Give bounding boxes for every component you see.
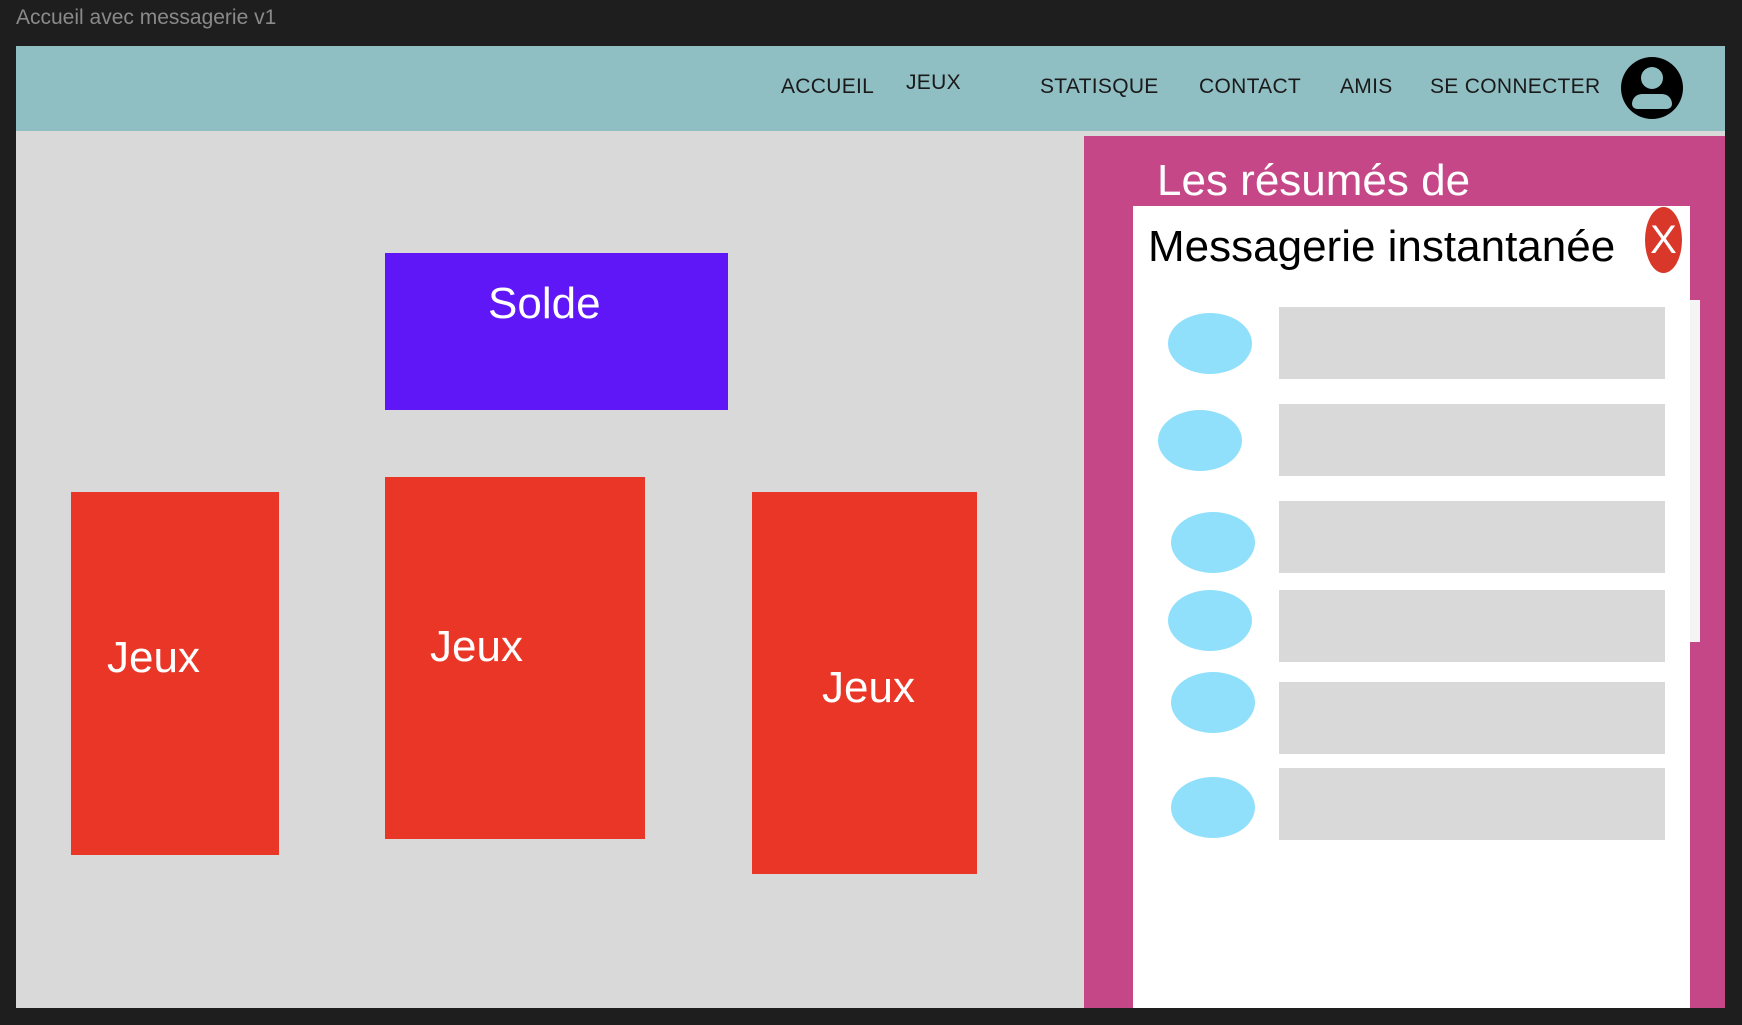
avatar-bust-shape — [1632, 94, 1672, 109]
message-preview[interactable] — [1279, 590, 1665, 662]
message-preview[interactable] — [1279, 307, 1665, 379]
message-preview[interactable] — [1279, 682, 1665, 754]
contact-avatar[interactable] — [1168, 590, 1252, 651]
message-preview[interactable] — [1279, 404, 1665, 476]
frame-title: Accueil avec messagerie v1 — [16, 6, 277, 29]
summary-sidebar: Les résumés de Messagerie instantanée X — [1084, 136, 1725, 1008]
nav-item-se-connecter[interactable]: SE CONNECTER — [1430, 75, 1600, 99]
solde-label: Solde — [488, 279, 601, 328]
game-card-label: Jeux — [107, 633, 200, 682]
contact-avatar[interactable] — [1171, 672, 1255, 733]
nav-item-statisque[interactable]: STATISQUE — [1040, 75, 1159, 99]
contact-avatar[interactable] — [1171, 512, 1255, 573]
navbar: ACCUEIL JEUX STATISQUE CONTACT AMIS SE C… — [16, 46, 1725, 131]
game-card-3[interactable]: Jeux — [752, 492, 977, 874]
contact-avatar[interactable] — [1171, 777, 1255, 838]
nav-item-accueil[interactable]: ACCUEIL — [781, 75, 874, 99]
user-avatar-icon[interactable] — [1621, 57, 1683, 119]
avatar-head-shape — [1641, 67, 1663, 89]
solde-banner[interactable]: Solde — [385, 253, 728, 410]
sidebar-title: Les résumés de — [1157, 156, 1471, 205]
message-preview[interactable] — [1279, 768, 1665, 840]
page-canvas: ACCUEIL JEUX STATISQUE CONTACT AMIS SE C… — [16, 46, 1725, 1008]
message-preview[interactable] — [1279, 501, 1665, 573]
nav-item-contact[interactable]: CONTACT — [1199, 75, 1301, 99]
chat-title: Messagerie instantanée — [1148, 222, 1616, 271]
game-card-1[interactable]: Jeux — [71, 492, 279, 855]
game-card-label: Jeux — [430, 622, 523, 671]
game-card-2[interactable]: Jeux — [385, 477, 645, 839]
nav-item-jeux[interactable]: JEUX — [906, 71, 961, 95]
close-chat-button[interactable]: X — [1645, 207, 1682, 273]
contact-avatar[interactable] — [1168, 313, 1252, 374]
contact-avatar[interactable] — [1158, 410, 1242, 471]
nav-item-amis[interactable]: AMIS — [1340, 75, 1393, 99]
chat-scrollbar[interactable] — [1690, 300, 1700, 642]
instant-messaging-panel: Messagerie instantanée X — [1133, 206, 1700, 1008]
game-card-label: Jeux — [822, 663, 915, 712]
